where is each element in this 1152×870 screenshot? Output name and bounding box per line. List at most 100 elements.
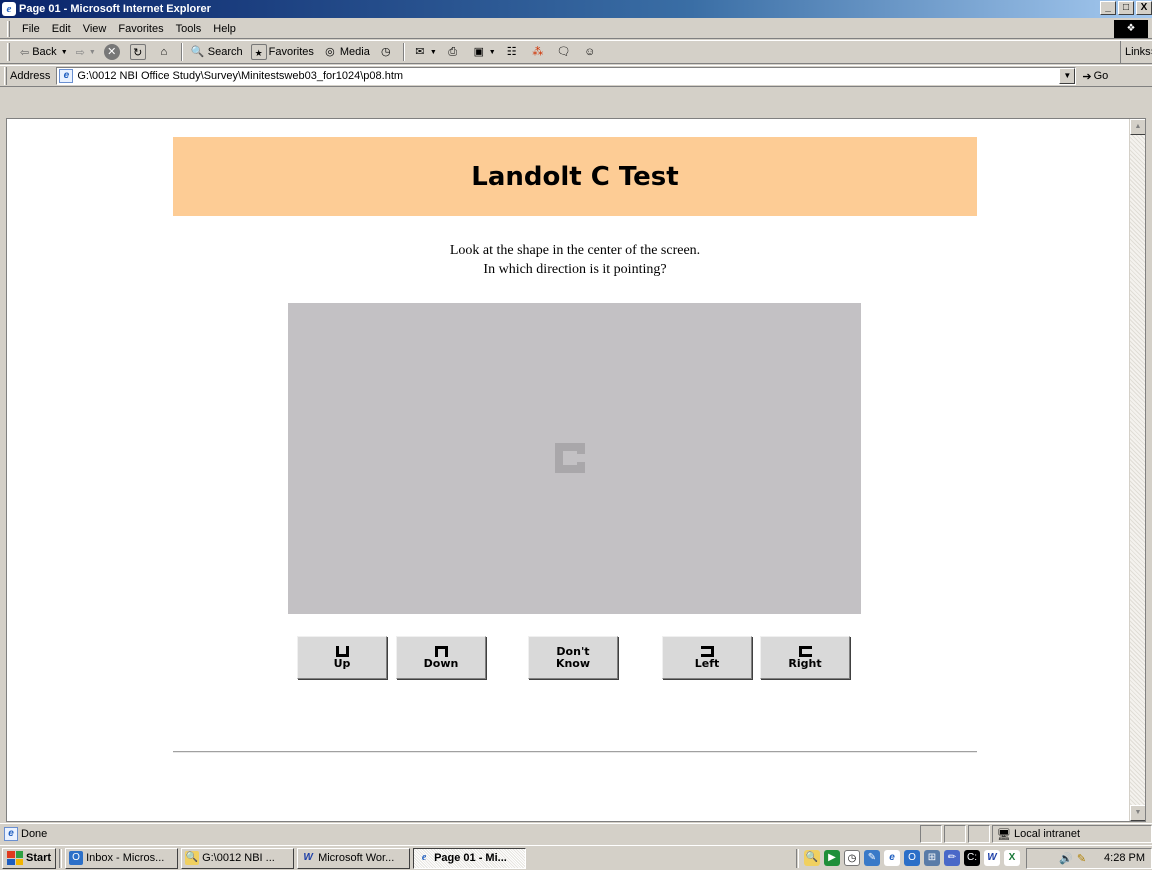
task-word[interactable]: W Microsoft Wor... (297, 847, 411, 869)
print-button[interactable]: ⎙ (441, 41, 467, 63)
paint-icon[interactable]: ✏ (944, 850, 960, 866)
page-header: Landolt C Test (173, 137, 977, 216)
go-button[interactable]: ➔ Go (1082, 70, 1108, 83)
volume-icon[interactable]: 🔊 (1059, 852, 1073, 865)
media-button[interactable]: ◎ Media (318, 41, 374, 63)
task-folder[interactable]: 🔍 G:\0012 NBI ... (181, 847, 295, 869)
notepad-icon[interactable]: ✎ (864, 850, 880, 866)
toolbar-grip[interactable] (7, 20, 10, 37)
ie-icon[interactable]: e (884, 850, 900, 866)
ie-icon: e (2, 2, 16, 16)
go-arrow-icon: ➔ (1082, 70, 1092, 83)
close-button[interactable]: X (1136, 1, 1152, 15)
status-text: Done (21, 827, 48, 840)
stop-button[interactable]: ✕ (100, 41, 126, 63)
dont-know-line-1: Don't (556, 644, 590, 658)
vertical-scrollbar[interactable]: ▲ ▼ (1129, 119, 1145, 821)
search-icon[interactable]: 🔍 (804, 850, 820, 866)
address-bar: Address e G:\0012 NBI Office Study\Surve… (0, 65, 1152, 87)
page-icon: e (59, 69, 74, 83)
up-button[interactable]: Up (297, 636, 387, 679)
folder-search-icon: 🔍 (185, 851, 200, 865)
menu-edit[interactable]: Edit (46, 23, 77, 35)
start-button[interactable]: Start (2, 847, 57, 869)
messenger-button[interactable]: 🗨 (552, 41, 578, 63)
down-button[interactable]: Down (396, 636, 486, 679)
restore-button[interactable]: □ (1118, 1, 1134, 15)
right-button[interactable]: Right (760, 636, 850, 679)
mail-button[interactable]: ✉ ▼ (408, 41, 441, 63)
document-icon: ☷ (506, 46, 517, 58)
calculator-icon[interactable]: ⊞ (924, 850, 940, 866)
links-label: Links (1125, 46, 1151, 58)
favorites-label: Favorites (268, 46, 314, 58)
minimize-button[interactable]: _ (1100, 1, 1116, 15)
contacts-button[interactable]: ☺ (578, 41, 604, 63)
instructions: Look at the shape in the center of the s… (173, 241, 977, 279)
up-label: Up (333, 656, 351, 670)
landolt-c-right-icon (555, 443, 585, 473)
stimulus-area (288, 303, 861, 614)
back-label: Back (32, 46, 57, 58)
clock-time[interactable]: 4:28 PM (1104, 852, 1145, 864)
menu-view[interactable]: View (77, 23, 113, 35)
menu-favorites[interactable]: Favorites (112, 23, 169, 35)
research-icon: ⁂ (532, 46, 544, 58)
intranet-icon: 🖥 (997, 828, 1011, 841)
media-player-icon[interactable]: ▶ (824, 850, 840, 866)
tray-pen-icon[interactable]: ✎ (1077, 852, 1086, 865)
favorites-button[interactable]: ★ Favorites (247, 41, 318, 63)
command-prompt-icon[interactable]: C: (964, 850, 980, 866)
toolbar-grip[interactable] (7, 43, 10, 61)
page-viewport[interactable]: Landolt C Test Look at the shape in the … (6, 118, 1146, 822)
address-url[interactable]: G:\0012 NBI Office Study\Survey\Minitest… (77, 70, 403, 82)
scroll-up-button[interactable]: ▲ (1130, 119, 1145, 135)
research-button[interactable]: ⁂ (526, 41, 552, 63)
dont-know-line-2: Know (555, 656, 591, 670)
history-button[interactable]: ◷ (374, 41, 400, 63)
search-icon: 🔍 (190, 46, 205, 58)
clock-icon[interactable]: ◷ (844, 850, 860, 866)
instruction-line-2: In which direction is it pointing? (483, 262, 667, 277)
address-dropdown-button[interactable]: ▼ (1059, 68, 1076, 84)
menu-tools[interactable]: Tools (170, 23, 208, 35)
toolbar-grip[interactable] (4, 67, 7, 85)
instruction-line-1: Look at the shape in the center of the s… (449, 243, 701, 258)
address-label: Address (10, 70, 51, 82)
status-pane (944, 825, 966, 843)
chevron-down-icon: ▼ (88, 48, 96, 56)
edit-button[interactable]: ▣ ▼ (467, 41, 500, 63)
task-ie[interactable]: e Page 01 - Mi... (413, 847, 527, 869)
scroll-down-button[interactable]: ▼ (1130, 805, 1145, 821)
menu-help[interactable]: Help (207, 23, 242, 35)
refresh-button[interactable]: ↻ (126, 41, 152, 63)
home-button[interactable]: ⌂ (152, 41, 178, 63)
landolt-right-icon (798, 645, 812, 657)
task-label: Page 01 - Mi... (434, 852, 507, 864)
back-button[interactable]: ⇦ Back ▼ (16, 41, 72, 63)
links-toolbar[interactable]: Links » (1120, 41, 1152, 63)
menu-file[interactable]: File (16, 23, 46, 35)
address-input[interactable]: e G:\0012 NBI Office Study\Survey\Minite… (56, 67, 1077, 85)
taskbar-grip (59, 848, 63, 868)
chevron-down-icon: ▼ (60, 48, 68, 56)
edit-icon: ▣ (473, 46, 484, 58)
excel-icon[interactable]: X (1004, 850, 1020, 866)
ie-icon: e (421, 852, 427, 863)
status-bar: e Done 🖥 Local intranet (0, 823, 1152, 843)
start-label: Start (26, 852, 52, 864)
notification-area: 🔊 ✎ 4:28 PM (1026, 847, 1152, 869)
windows-logo-icon: ❖ (1114, 20, 1148, 38)
outlook-icon[interactable]: O (904, 850, 920, 866)
task-inbox[interactable]: O Inbox - Micros... (65, 847, 179, 869)
word-icon[interactable]: W (984, 850, 1000, 866)
go-label: Go (1093, 70, 1109, 82)
outlook-icon: O (69, 851, 84, 865)
forward-button[interactable]: ⇨ ▼ (72, 41, 100, 63)
discuss-button[interactable]: ☷ (500, 41, 526, 63)
response-buttons: Up Down Don't Know Left Right (7, 636, 1127, 680)
system-tray-icons: 🔍 ▶ ◷ ✎ e O ⊞ ✏ C: W X (793, 848, 1022, 868)
search-button[interactable]: 🔍 Search (186, 41, 247, 63)
left-button[interactable]: Left (662, 636, 752, 679)
dont-know-button[interactable]: Don't Know (528, 636, 618, 679)
